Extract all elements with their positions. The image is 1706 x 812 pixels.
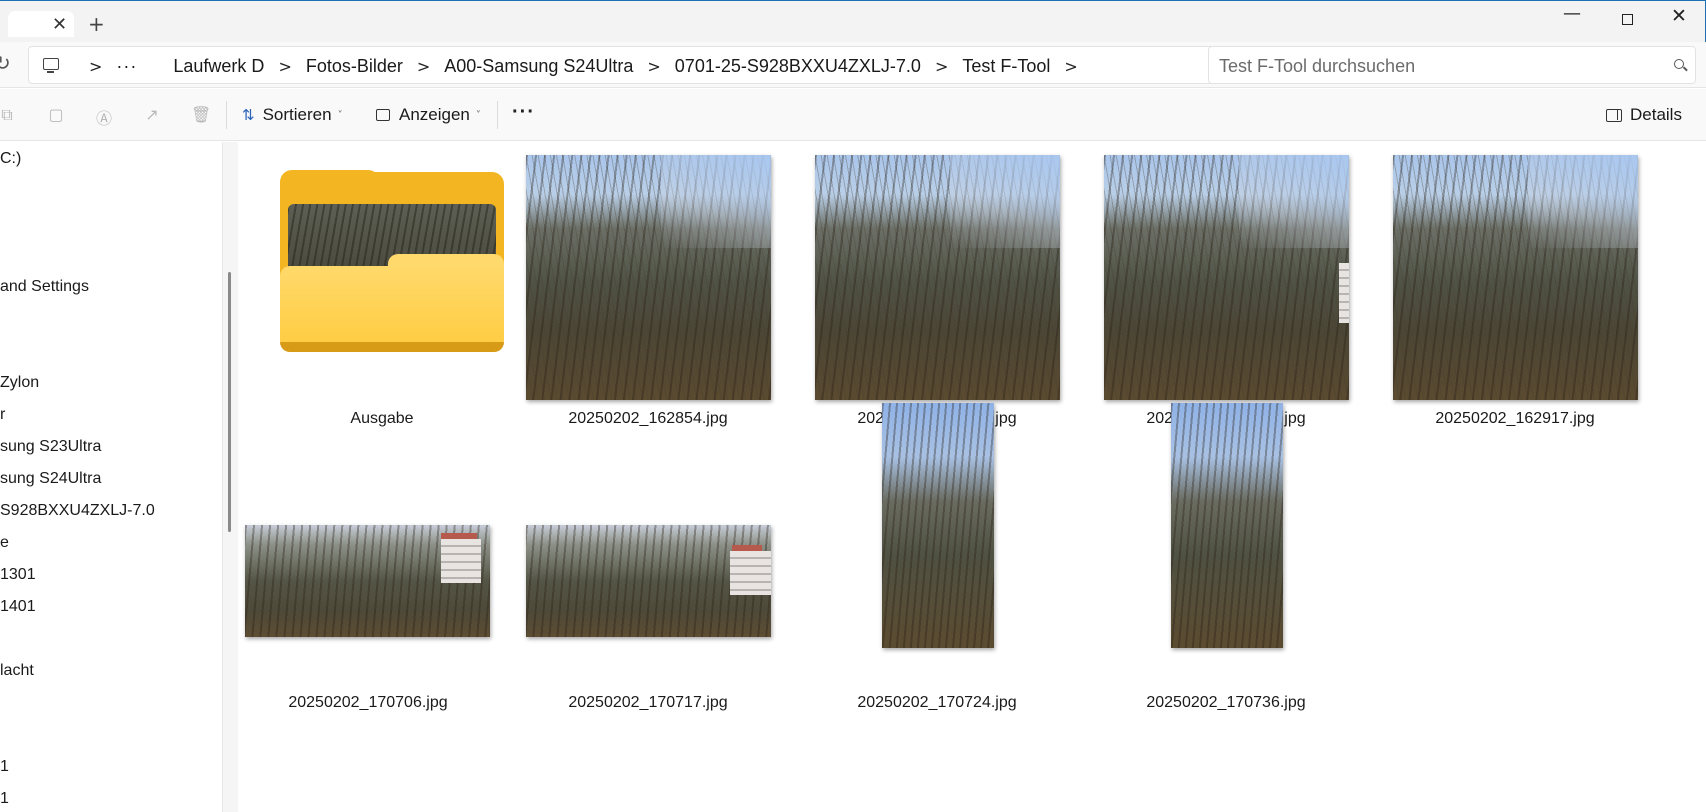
new-tab-icon[interactable]: + [88, 12, 105, 36]
image-thumbnail [1393, 155, 1638, 400]
share-icon[interactable]: ↗ [143, 105, 161, 124]
image-thumbnail [526, 155, 771, 400]
chevron-right-icon[interactable]: > [1064, 57, 1077, 76]
breadcrumb-item[interactable]: Fotos-Bilder [306, 56, 403, 77]
command-bar: ⧉ ▢ Ⓐ ↗ 🗑 ⇅ Sortieren ˅ Anzeigen ˅ ··· D… [0, 89, 1706, 141]
folder-icon-shadow [280, 342, 504, 352]
chevron-right-icon[interactable]: > [417, 57, 430, 76]
file-name: 20250202_162917.jpg [1435, 410, 1595, 427]
folder-icon-front [280, 266, 504, 350]
nav-item[interactable]: r [0, 406, 5, 424]
image-item[interactable]: 20250202_170724.jpg [797, 403, 1087, 716]
details-pane-icon [1606, 108, 1622, 122]
sort-label: Sortieren [262, 105, 332, 124]
image-item[interactable]: 20250202_170736.jpg [1086, 403, 1376, 716]
image-thumbnail [1171, 403, 1283, 648]
breadcrumb: > ··· Laufwerk D > Fotos-Bilder > A00-Sa… [75, 47, 1092, 85]
address-row: ↻ > ··· Laufwerk D > Fotos-Bilder > A00-… [0, 42, 1706, 88]
navigation-pane: C:) and Settings Zylon r sung S23Ultra s… [0, 142, 222, 812]
tab[interactable]: ✕ [8, 11, 74, 37]
close-window-icon[interactable]: ✕ [1663, 5, 1695, 33]
image-thumbnail [526, 525, 771, 637]
image-thumbnail [882, 403, 994, 648]
file-name: 20250202_170736.jpg [1146, 694, 1306, 711]
search-icon[interactable] [1674, 59, 1684, 69]
image-item[interactable]: 20250202_170717.jpg [508, 426, 798, 716]
file-name: 20250202_170717.jpg [568, 694, 728, 711]
image-item[interactable]: 20250202_170706.jpg [232, 426, 522, 716]
breadcrumb-item[interactable]: Test F-Tool [962, 56, 1050, 77]
image-thumbnail [1104, 155, 1349, 400]
nav-item[interactable]: 1301 [0, 566, 36, 584]
nav-item[interactable]: C:) [0, 150, 21, 168]
sort-icon: ⇅ [242, 106, 255, 124]
nav-item[interactable]: 1 [0, 790, 9, 808]
delete-icon[interactable]: 🗑 [191, 105, 211, 124]
breadcrumb-item[interactable]: A00-Samsung S24Ultra [444, 56, 633, 77]
sidebar-scrollbar[interactable] [228, 272, 231, 532]
nav-item[interactable]: S928BXXU4ZXLJ-7.0 [0, 502, 155, 520]
sort-button[interactable]: ⇅ Sortieren ˅ [242, 101, 343, 129]
nav-item[interactable]: 1401 [0, 598, 36, 616]
maximize-icon[interactable] [1611, 10, 1643, 38]
paste-icon[interactable]: ▢ [47, 105, 65, 124]
more-options-button[interactable]: ··· [512, 101, 535, 124]
chevron-right-icon[interactable]: > [647, 57, 660, 76]
folder-item[interactable]: Ausgabe [238, 142, 528, 432]
image-thumbnail [815, 155, 1060, 400]
file-name: 20250202_170706.jpg [288, 694, 448, 711]
view-button[interactable]: Anzeigen ˅ [376, 101, 481, 129]
view-label: Anzeigen [399, 105, 470, 124]
computer-icon[interactable] [43, 58, 59, 73]
image-item[interactable]: 20250202_162904.jpg [1086, 142, 1376, 432]
address-bar[interactable]: > ··· Laufwerk D > Fotos-Bilder > A00-Sa… [28, 46, 1230, 84]
image-item[interactable]: 20250202_162917.jpg [1375, 142, 1665, 432]
nav-item[interactable]: lacht [0, 662, 34, 680]
close-tab-icon[interactable]: ✕ [52, 14, 67, 35]
minimize-icon[interactable]: — [1556, 3, 1588, 31]
chevron-right-icon[interactable]: > [278, 57, 291, 76]
chevron-right-icon[interactable]: > [935, 57, 948, 76]
nav-item[interactable]: e [0, 534, 9, 552]
chevron-down-icon: ˅ [475, 109, 481, 121]
chevron-down-icon: ˅ [337, 109, 343, 121]
copy-icon[interactable]: ⧉ [0, 105, 16, 124]
file-name: 20250202_170724.jpg [857, 694, 1017, 711]
title-bar: ✕ + — ✕ [0, 0, 1706, 42]
breadcrumb-item[interactable]: 0701-25-S928BXXU4ZXLJ-7.0 [675, 56, 921, 77]
nav-item[interactable]: sung S23Ultra [0, 438, 101, 456]
divider [497, 101, 498, 129]
breadcrumb-item[interactable]: Laufwerk D [173, 56, 264, 77]
divider [226, 101, 227, 129]
rename-icon[interactable]: Ⓐ [95, 105, 113, 128]
view-icon [376, 109, 390, 121]
nav-item[interactable]: Zylon [0, 374, 39, 392]
nav-item[interactable]: and Settings [0, 278, 89, 296]
refresh-icon[interactable]: ↻ [0, 51, 11, 75]
search-input[interactable] [1219, 54, 1649, 78]
image-item[interactable]: 20250202_162854.jpg [508, 142, 798, 432]
image-thumbnail [245, 525, 490, 637]
nav-item[interactable]: 1 [0, 758, 9, 776]
image-item[interactable]: 20250202_162858.jpg [797, 142, 1087, 432]
file-view: Ausgabe 20250202_162854.jpg 20250202_162… [238, 142, 1706, 812]
search-box[interactable] [1208, 46, 1696, 84]
breadcrumb-overflow[interactable]: ··· [116, 56, 137, 77]
nav-item[interactable]: sung S24Ultra [0, 470, 101, 488]
chevron-right-icon[interactable]: > [89, 57, 102, 76]
details-label: Details [1630, 105, 1682, 124]
details-button[interactable]: Details [1606, 101, 1682, 129]
